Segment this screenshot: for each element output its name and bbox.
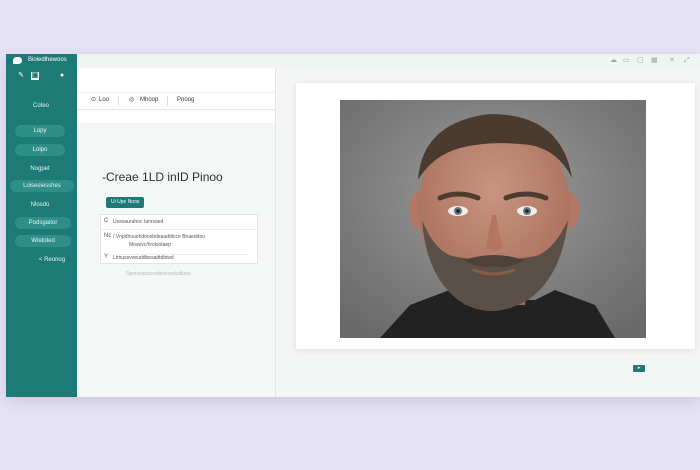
sidebar-item-loisesiesshes[interactable]: Loisesiesshes: [10, 180, 74, 192]
corner-action-button[interactable]: ▸: [633, 365, 645, 372]
sidebar-item-podsgaitor[interactable]: Podsgaitor: [15, 217, 71, 229]
toolbar-divider: [167, 96, 168, 106]
logo-icon: [13, 57, 22, 64]
sidebar: Bioiedlhewoos ✎ ▣ ● Coteo Lopy Lolpo Nog…: [6, 54, 77, 397]
sidebar-item-nlosdo[interactable]: Nlosdo: [15, 199, 65, 211]
page-title: -Creae 1LD inID Pinoo: [102, 170, 223, 184]
sidebar-item-lopy[interactable]: Lopy: [15, 125, 65, 137]
cloud-icon[interactable]: ☁: [610, 57, 617, 65]
list-item-text: Ltmussvoeuddbesadtdbiwd: [113, 255, 174, 261]
upload-button[interactable]: Ui Upe Noos: [106, 197, 145, 208]
toolbar-divider: [118, 96, 119, 106]
title-bar: ☁ ▭ ▢ ▦ ✕ ⤢: [6, 54, 700, 69]
document-icon[interactable]: ▣: [31, 72, 39, 80]
details-card: C Ussoaurahoc Ianrsaed Nc / Vnpdhouohdoo…: [100, 214, 258, 264]
list-icon: Y: [104, 254, 109, 260]
sidebar-item-nogpet[interactable]: Nogpet: [15, 163, 65, 175]
helper-text: Spmousoacrodeshosdudluou: [126, 271, 191, 277]
list-icon: C: [104, 218, 109, 224]
sidebar-item-wodoled[interactable]: Wodoled: [15, 235, 71, 247]
app-title: Bioiedlhewoos: [28, 57, 67, 63]
arrow-icon: ▸: [637, 365, 641, 371]
list-item-text: Mosevc/hrolsntaep: [129, 242, 171, 248]
home-icon[interactable]: ⊙: [91, 96, 96, 105]
record-icon[interactable]: ◎: [129, 96, 134, 105]
toolbar-item-mhoop[interactable]: Mhoop: [140, 96, 158, 105]
close-icon[interactable]: ✕: [669, 57, 675, 65]
sidebar-item-label: Reonog: [44, 257, 66, 263]
sidebar-item-lolpo[interactable]: Lolpo: [15, 144, 65, 156]
sidebar-item-reonog[interactable]: < Reonog: [32, 254, 72, 266]
back-chevron-icon: <: [38, 257, 43, 263]
list-item-text: Ussoaurahoc Ianrsaed: [113, 219, 164, 225]
portrait-image: [340, 100, 646, 338]
grid-icon[interactable]: ▦: [651, 57, 658, 65]
toolbar-item-pnoog[interactable]: Pnoog: [177, 96, 194, 105]
maximize-icon[interactable]: ⤢: [684, 57, 690, 65]
list-icon: Nc: [104, 233, 112, 239]
sidebar-item-coteo[interactable]: Coteo: [20, 100, 62, 112]
portrait-photo: [340, 100, 646, 338]
list-item[interactable]: C Ussoaurahoc Ianrsaed: [101, 215, 257, 230]
toolbar: ⊙ Loo ◎ Mhoop Pnoog: [77, 92, 275, 110]
minimize-icon[interactable]: ▭: [623, 57, 630, 65]
toolbar-item-loo[interactable]: Loo: [99, 96, 109, 105]
restore-icon[interactable]: ▢: [637, 57, 644, 65]
user-icon[interactable]: ●: [58, 72, 66, 80]
link-icon[interactable]: ✎: [17, 72, 25, 80]
list-item[interactable]: Y Ltmussvoeuddbesadtdbiwd: [101, 253, 257, 263]
